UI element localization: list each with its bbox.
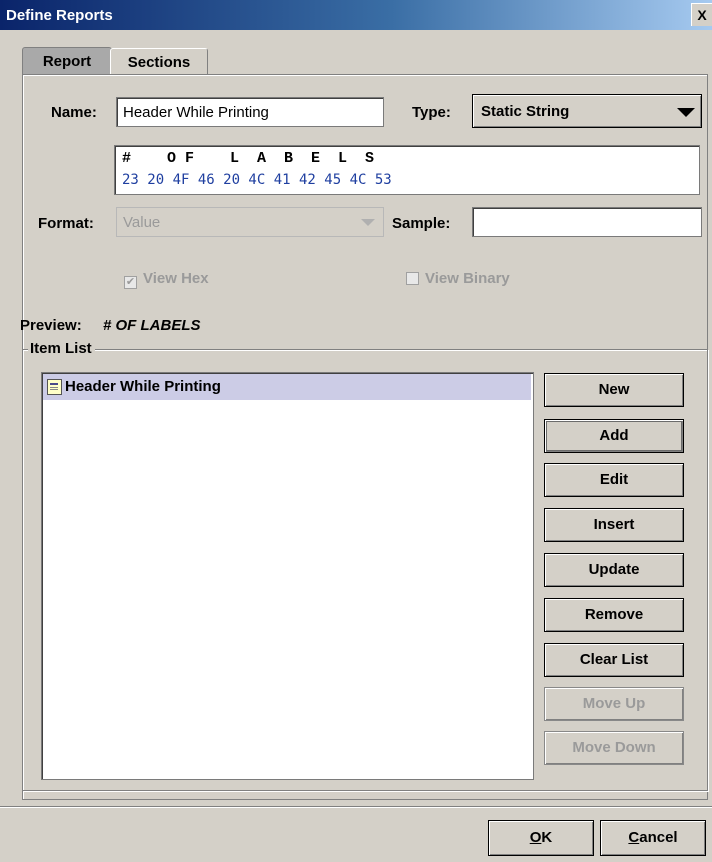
window-title: Define Reports: [6, 7, 113, 24]
type-combobox[interactable]: Static String: [472, 94, 702, 128]
hex-display[interactable]: # O F L A B E L S 23 20 4F 46 20 4C 41 4…: [114, 145, 700, 195]
sample-label: Sample:: [392, 215, 451, 232]
tab-sections[interactable]: Sections: [110, 48, 208, 75]
ok-mnemonic: O: [529, 829, 542, 846]
new-button[interactable]: New: [544, 373, 684, 407]
list-item-label: Header While Printing: [65, 378, 221, 395]
cancel-label-rest: ancel: [639, 829, 678, 846]
footer-separator: [0, 806, 712, 807]
ok-button[interactable]: OK: [488, 820, 594, 856]
name-value: Header While Printing: [123, 104, 269, 121]
item-list[interactable]: Header While Printing: [41, 372, 534, 780]
cancel-mnemonic: C: [628, 829, 640, 846]
tab-report[interactable]: Report: [22, 47, 112, 74]
move-up-button[interactable]: Move Up: [544, 687, 684, 721]
format-label: Format:: [38, 215, 94, 232]
report-item-icon: [47, 379, 62, 395]
list-item[interactable]: Header While Printing: [43, 374, 531, 400]
checkmark-icon: ✔: [124, 276, 137, 289]
add-button[interactable]: Add: [544, 419, 684, 453]
chevron-down-icon[interactable]: [677, 108, 695, 117]
type-value: Static String: [481, 103, 570, 120]
move-down-button[interactable]: Move Down: [544, 731, 684, 765]
clear-list-button[interactable]: Clear List: [544, 643, 684, 677]
insert-button[interactable]: Insert: [544, 508, 684, 542]
view-hex-checkbox[interactable]: ✔ View Hex: [124, 270, 209, 289]
view-binary-label: View Binary: [425, 270, 510, 287]
sample-input[interactable]: [472, 207, 702, 237]
preview-value: # OF LABELS: [103, 317, 201, 334]
close-icon[interactable]: X: [691, 3, 712, 26]
chevron-down-icon[interactable]: [361, 219, 375, 226]
update-button[interactable]: Update: [544, 553, 684, 587]
edit-button[interactable]: Edit: [544, 463, 684, 497]
hex-characters: # O F L A B E L S: [122, 150, 375, 167]
preview-label: Preview:: [20, 317, 82, 334]
format-value: Value: [123, 214, 161, 231]
cancel-button[interactable]: Cancel: [600, 820, 706, 856]
ok-label-rest: K: [541, 829, 553, 846]
type-label: Type:: [412, 104, 451, 121]
item-list-title: Item List: [28, 340, 95, 357]
hex-codes: 23 20 4F 46 20 4C 41 42 45 4C 53: [122, 172, 392, 188]
checkbox-empty-icon: [406, 272, 419, 285]
remove-button[interactable]: Remove: [544, 598, 684, 632]
title-bar[interactable]: Define Reports X: [0, 0, 712, 30]
format-combobox[interactable]: Value: [116, 207, 384, 237]
view-binary-checkbox[interactable]: View Binary: [406, 270, 510, 287]
view-hex-label: View Hex: [143, 270, 209, 287]
name-label: Name:: [51, 104, 97, 121]
name-input[interactable]: Header While Printing: [116, 97, 384, 127]
